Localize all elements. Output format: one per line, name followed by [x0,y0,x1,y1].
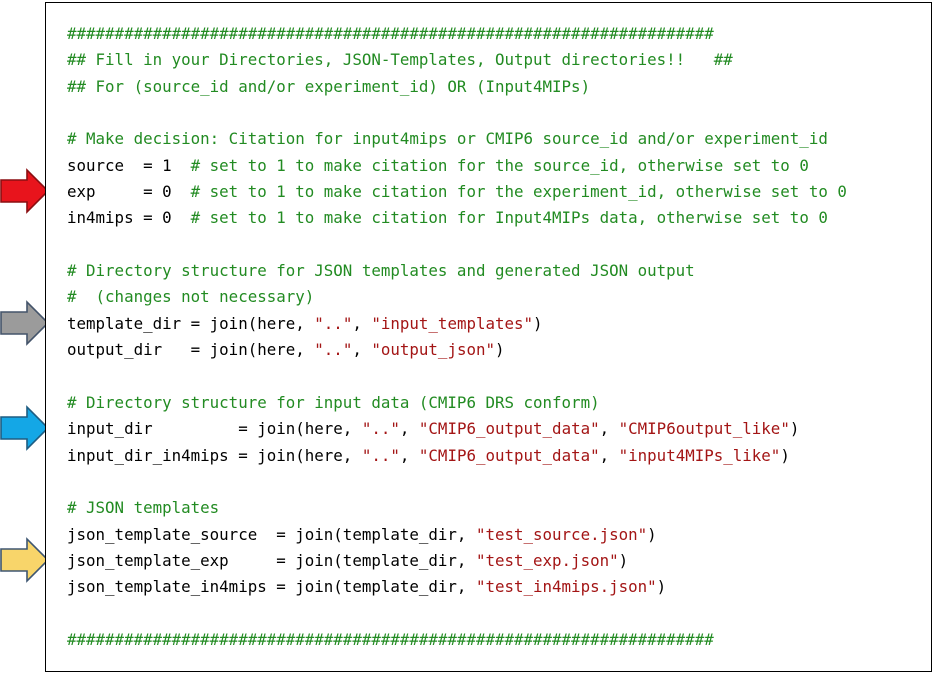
code-line: json_template_source = join(template_dir… [67,522,847,548]
red-arrow-marker [0,168,50,215]
code-line: source = 1 # set to 1 to make citation f… [67,153,847,179]
code-text: in4mips = 0 [67,208,191,228]
code-text: , [599,419,619,439]
code-line: output_dir = join(here, "..", "output_js… [67,337,847,363]
code-comment: ########################################… [67,24,714,43]
code-line: input_dir_in4mips = join(here, "..", "CM… [67,443,847,469]
code-line: input_dir = join(here, "..", "CMIP6_outp… [67,416,847,442]
code-text: ) [495,340,505,360]
code-line: # JSON templates [67,495,847,521]
code-string: "input4MIPs_like" [618,445,781,465]
code-string: "CMIP6output_like" [618,419,790,439]
code-comment: # set to 1 to make citation for the expe… [190,182,847,202]
code-line: # Make decision: Citation for input4mips… [67,126,847,152]
code-comment: # (changes not necessary) [67,287,315,307]
yellow-arrow-marker [0,537,50,584]
gray-arrow-marker [0,300,50,346]
code-comment: # set to 1 to make citation for Input4MI… [190,208,828,228]
code-string: "test_in4mips.json" [475,577,657,597]
code-string: "CMIP6_output_data" [418,419,600,439]
code-line: in4mips = 0 # set to 1 to make citation … [67,205,847,231]
code-comment: # Make decision: Citation for input4mips… [67,129,828,149]
code-text: , [352,340,372,360]
code-line: ########################################… [67,21,847,47]
code-text: ) [618,550,629,570]
python-code-block: ########################################… [67,21,847,653]
code-text: , [399,445,419,465]
code-snippet-frame: ########################################… [45,2,932,672]
code-text: input_dir = join(here, [67,419,362,439]
code-string: "CMIP6_output_data" [418,445,600,465]
code-comment: # Directory structure for input data (CM… [67,392,600,412]
code-text: json_template_source = join(template_dir… [67,524,476,544]
code-comment: ## For (source_id and/or experiment_id) … [67,76,591,96]
code-text: ) [533,313,543,333]
code-line: # Directory structure for input data (CM… [67,390,847,416]
code-string: ".." [361,419,400,439]
code-text: ) [780,445,790,465]
code-string: "test_source.json" [475,524,648,544]
code-text: ) [647,524,657,544]
code-comment: ########################################… [67,629,714,649]
code-comment: # Directory structure for JSON templates… [67,261,695,281]
code-text: output_dir = join(here, [67,340,315,360]
code-text: ) [656,577,667,597]
code-comment: # set to 1 to make citation for the sour… [190,155,809,175]
code-text: ) [789,419,800,439]
code-line: ########################################… [67,627,847,653]
code-text: exp = 0 [67,182,191,202]
code-text: , [399,419,419,439]
code-line: ## For (source_id and/or experiment_id) … [67,74,847,100]
code-string: ".." [314,340,353,360]
code-text: input_dir_in4mips = join(here, [67,445,362,465]
code-line: json_template_in4mips = join(template_di… [67,574,847,600]
code-text: json_template_in4mips = join(template_di… [67,577,476,597]
code-line: # Directory structure for JSON templates… [67,258,847,284]
code-line: json_template_exp = join(template_dir, "… [67,548,847,574]
code-text: , [599,445,619,465]
code-string: "input_templates" [371,313,534,333]
code-string: "output_json" [371,340,495,360]
code-comment: # JSON templates [67,498,220,518]
code-line: template_dir = join(here, "..", "input_t… [67,311,847,337]
code-string: ".." [361,445,400,465]
code-string: "test_exp.json" [475,550,619,570]
code-line: ## Fill in your Directories, JSON-Templa… [67,47,847,73]
code-line: # (changes not necessary) [67,284,847,310]
code-text: source = 1 [67,155,191,175]
code-text: , [352,313,372,333]
code-string: ".." [314,313,353,333]
code-comment: ## Fill in your Directories, JSON-Templa… [67,50,733,70]
code-text: template_dir = join(here, [67,313,315,333]
code-text: json_template_exp = join(template_dir, [67,550,476,570]
code-line: exp = 0 # set to 1 to make citation for … [67,179,847,205]
blue-arrow-marker [0,405,50,452]
